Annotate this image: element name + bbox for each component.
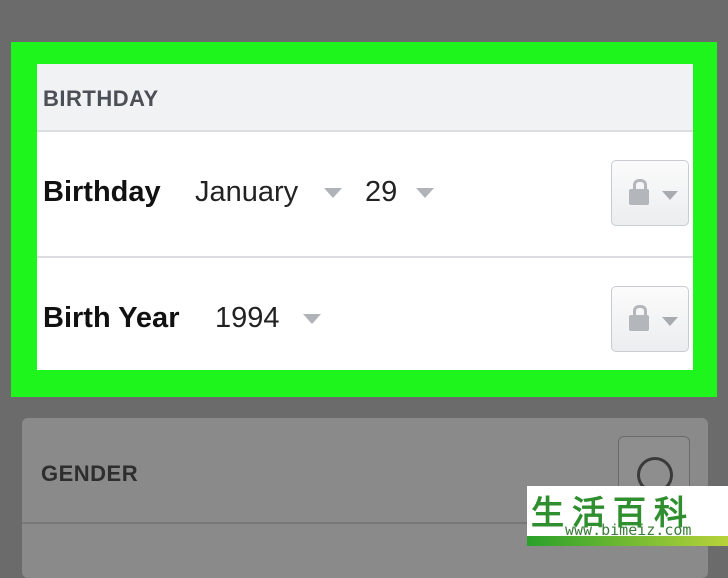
year-select[interactable]: 1994 [215, 302, 280, 335]
birth-year-row: Birth Year 1994 [37, 258, 693, 370]
lock-icon [629, 305, 649, 331]
gender-title: GENDER [41, 461, 139, 486]
lock-icon [629, 179, 649, 205]
day-caret-down-icon[interactable] [416, 188, 434, 198]
caret-down-icon [662, 317, 678, 326]
section-title: BIRTHDAY [43, 86, 159, 111]
birthday-privacy-button[interactable] [611, 160, 689, 226]
birthday-card: BIRTHDAY Birthday January 29 Birth Year … [37, 64, 693, 370]
watermark: 生活百科 www.bimeiz.com [527, 486, 728, 546]
month-select[interactable]: January [195, 176, 298, 209]
caret-down-icon [662, 191, 678, 200]
year-caret-down-icon[interactable] [303, 314, 321, 324]
birth-year-label: Birth Year [43, 302, 180, 334]
birthday-label: Birthday [43, 176, 161, 208]
birthday-row: Birthday January 29 [37, 132, 693, 258]
month-caret-down-icon[interactable] [324, 188, 342, 198]
section-header: BIRTHDAY [37, 64, 693, 132]
watermark-stripe [527, 536, 728, 546]
birth-year-privacy-button[interactable] [611, 286, 689, 352]
day-select[interactable]: 29 [365, 176, 397, 209]
